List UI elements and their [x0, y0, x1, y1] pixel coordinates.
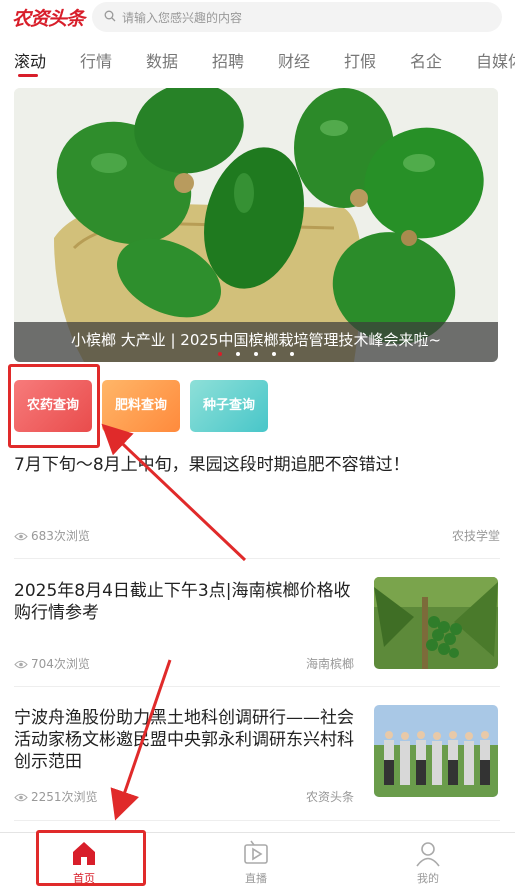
- profile-icon: [416, 842, 440, 867]
- annotation-box-home: [36, 830, 146, 886]
- nav-live[interactable]: 直播: [226, 833, 286, 887]
- nav-live-label: 直播: [245, 872, 267, 885]
- annotation-arrows: [101, 423, 247, 821]
- live-icon: [244, 840, 268, 864]
- nav-profile-label: 我的: [417, 872, 439, 885]
- nav-profile[interactable]: 我的: [398, 833, 458, 887]
